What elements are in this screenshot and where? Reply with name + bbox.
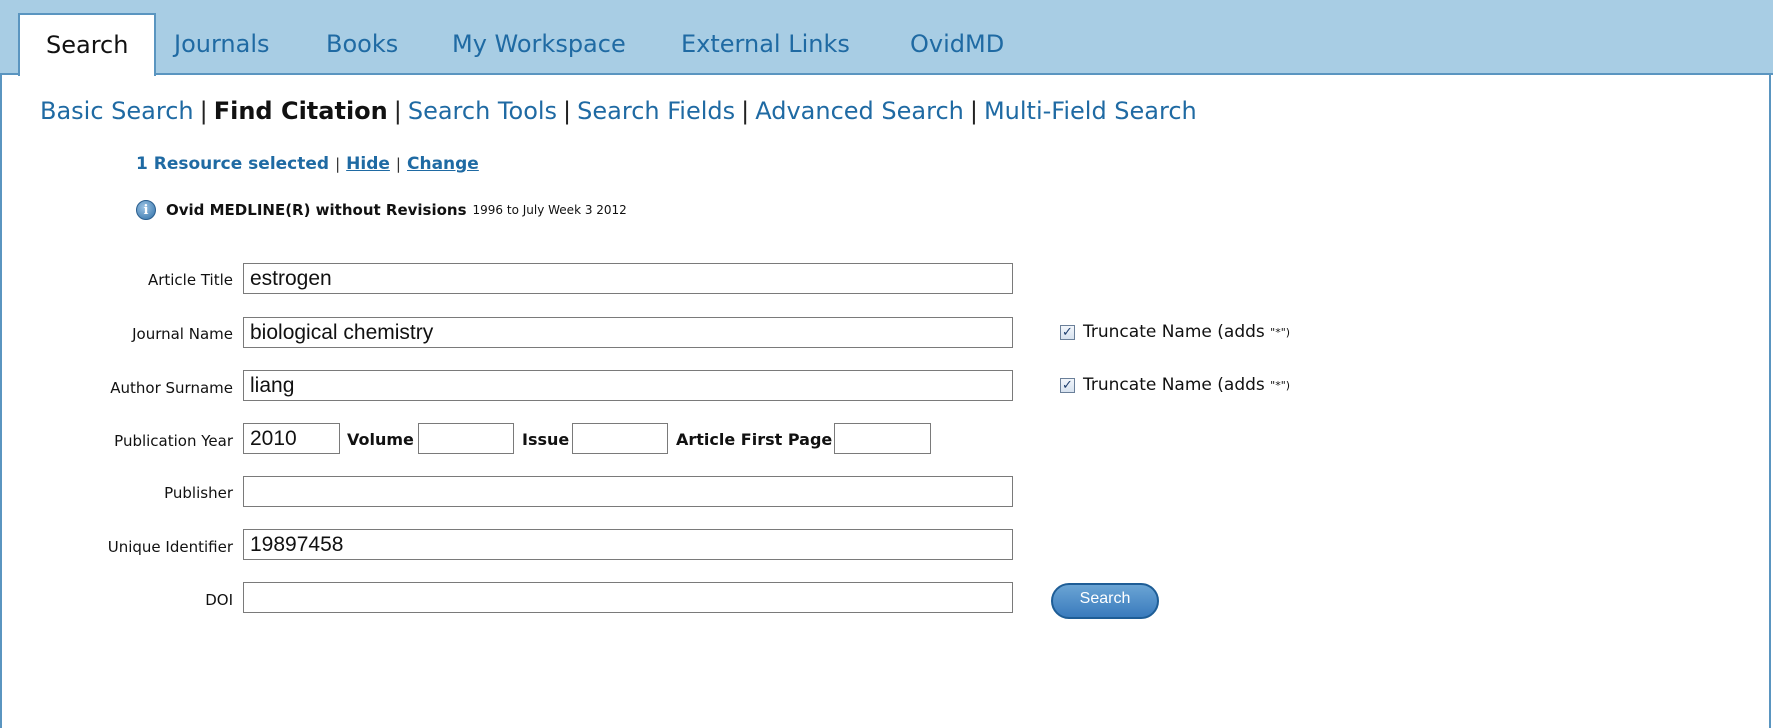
subnav-separator: |: [199, 97, 208, 125]
resource-separator: |: [395, 155, 401, 173]
article-title-input[interactable]: [243, 263, 1013, 294]
article-first-page-label: Article First Page: [676, 430, 833, 449]
issue-input[interactable]: [572, 423, 668, 454]
truncate-author-checkbox[interactable]: Truncate Name (adds "*"): [1060, 375, 1290, 395]
subnav-search-tools[interactable]: Search Tools: [408, 97, 557, 125]
resource-selection: 1 Resource selected | Hide | Change: [136, 154, 479, 174]
truncate-author-label: Truncate Name (adds: [1083, 375, 1265, 395]
volume-label: Volume: [347, 430, 414, 449]
article-title-label: Article Title: [147, 271, 233, 289]
tab-ovidmd[interactable]: OvidMD: [884, 14, 1030, 75]
article-first-page-input[interactable]: [834, 423, 931, 454]
subnav-basic-search[interactable]: Basic Search: [40, 97, 194, 125]
subnav-separator: |: [563, 97, 572, 125]
subnav-separator: |: [969, 97, 978, 125]
checkbox-checked-icon[interactable]: [1060, 377, 1075, 393]
author-surname-input[interactable]: [243, 370, 1013, 401]
journal-name-input[interactable]: [243, 317, 1013, 348]
publisher-label: Publisher: [164, 484, 233, 502]
database-info: i Ovid MEDLINE(R) without Revisions 1996…: [136, 200, 627, 220]
unique-identifier-label: Unique Identifier: [107, 538, 233, 556]
truncate-author-suffix: "*"): [1270, 378, 1291, 392]
main-tab-bar: Search Journals Books My Workspace Exter…: [0, 0, 1773, 76]
publication-year-label: Publication Year: [114, 432, 233, 450]
truncate-journal-label: Truncate Name (adds: [1083, 322, 1265, 342]
tab-search[interactable]: Search: [18, 13, 157, 76]
unique-identifier-input[interactable]: [243, 529, 1013, 560]
checkbox-checked-icon[interactable]: [1060, 324, 1075, 340]
issue-label: Issue: [522, 430, 570, 449]
publisher-input[interactable]: [243, 476, 1013, 507]
info-icon[interactable]: i: [136, 200, 156, 220]
tab-journals[interactable]: Journals: [148, 14, 296, 75]
truncate-journal-checkbox[interactable]: Truncate Name (adds "*"): [1060, 322, 1290, 342]
subnav-separator: |: [741, 97, 750, 125]
subnav-separator: |: [393, 97, 402, 125]
database-range: 1996 to July Week 3 2012: [472, 203, 627, 217]
search-mode-nav: Basic Search | Find Citation | Search Tools |…: [40, 97, 1197, 125]
tab-books[interactable]: Books: [300, 14, 424, 75]
change-link[interactable]: Change: [407, 154, 479, 174]
search-button[interactable]: Search: [1051, 583, 1159, 619]
tab-my-workspace[interactable]: My Workspace: [426, 14, 652, 75]
doi-input[interactable]: [243, 582, 1013, 613]
tab-external-links[interactable]: External Links: [655, 14, 876, 75]
volume-input[interactable]: [418, 423, 514, 454]
subnav-search-fields[interactable]: Search Fields: [577, 97, 735, 125]
doi-label: DOI: [205, 591, 233, 609]
journal-name-label: Journal Name: [132, 325, 233, 343]
hide-link[interactable]: Hide: [346, 154, 390, 174]
database-name: Ovid MEDLINE(R) without Revisions: [166, 201, 467, 219]
subnav-advanced-search[interactable]: Advanced Search: [755, 97, 964, 125]
resources-selected-text: 1 Resource selected: [136, 154, 330, 174]
resource-separator: |: [335, 155, 341, 173]
subnav-find-citation[interactable]: Find Citation: [214, 97, 388, 125]
truncate-journal-suffix: "*"): [1270, 325, 1291, 339]
publication-year-input[interactable]: [243, 423, 340, 454]
subnav-multi-field-search[interactable]: Multi-Field Search: [984, 97, 1197, 125]
author-surname-label: Author Surname: [110, 379, 233, 397]
